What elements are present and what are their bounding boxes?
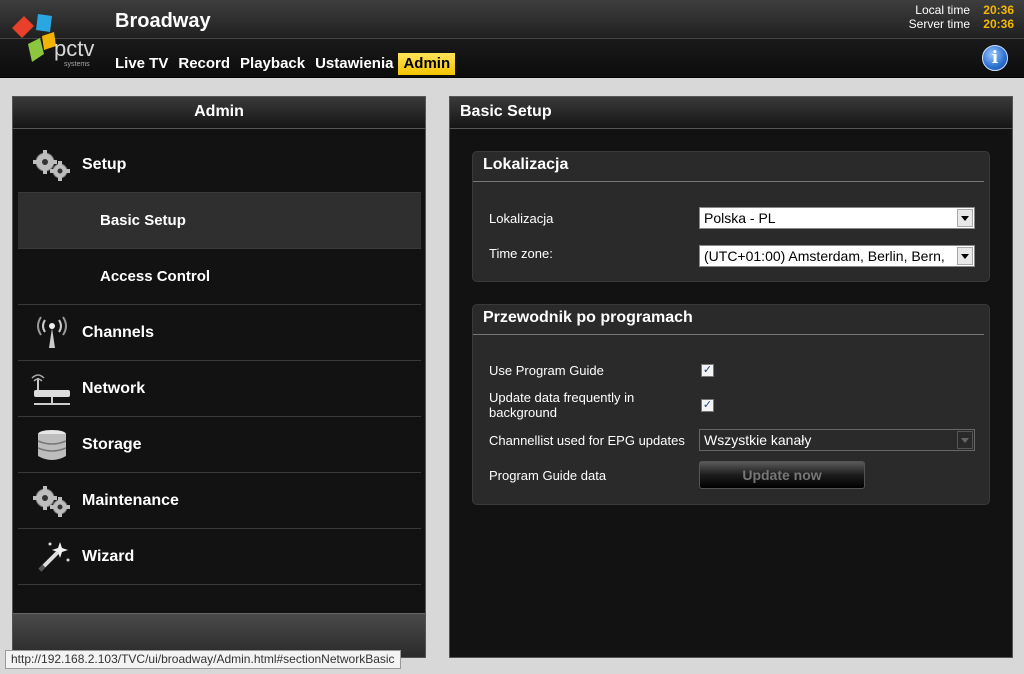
- pctv-logo: pctv systems: [12, 14, 94, 68]
- admin-sidebar: Admin Setup Basic Setup Access Control C…: [12, 96, 426, 658]
- chevron-down-icon: [957, 247, 973, 265]
- channellist-value: Wszystkie kanały: [704, 432, 812, 448]
- sidebar-item-access-control[interactable]: Access Control: [18, 249, 421, 305]
- time-display: Local time 20:36 Server time 20:36: [909, 3, 1014, 31]
- server-time-label: Server time: [908, 17, 970, 31]
- update-background-label: Update data frequently in background: [489, 390, 635, 420]
- sidebar-title: Admin: [13, 97, 425, 129]
- sidebar-item-label: Maintenance: [82, 491, 179, 509]
- info-icon[interactable]: i: [982, 45, 1008, 71]
- locale-label: Lokalizacja: [489, 211, 554, 226]
- svg-text:pctv: pctv: [54, 36, 94, 61]
- router-icon: [28, 371, 76, 407]
- program-guide-group: Przewodnik po programach Use Program Gui…: [472, 304, 990, 505]
- nav-admin[interactable]: Admin: [398, 53, 456, 75]
- timezone-label: Time zone:: [489, 246, 553, 261]
- svg-text:systems: systems: [64, 61, 90, 68]
- update-background-checkbox[interactable]: ✓: [701, 399, 714, 412]
- nav-live-tv[interactable]: Live TV: [110, 53, 173, 75]
- nav-record[interactable]: Record: [173, 53, 235, 75]
- chevron-down-icon: [957, 209, 973, 227]
- sidebar-item-label: Storage: [82, 435, 142, 453]
- sidebar-menu: Setup Basic Setup Access Control Channel…: [18, 137, 421, 585]
- locale-select[interactable]: Polska - PL: [699, 207, 975, 229]
- chevron-down-icon: [957, 431, 973, 449]
- nav-ustawienia[interactable]: Ustawienia: [310, 53, 398, 75]
- localization-group: Lokalizacja Lokalizacja Polska - PL Time…: [472, 151, 990, 282]
- main-nav: Live TV Record Playback Ustawienia Admin: [110, 53, 456, 75]
- use-guide-checkbox[interactable]: ✓: [701, 364, 714, 377]
- sidebar-item-basic-setup[interactable]: Basic Setup: [18, 193, 421, 249]
- use-guide-label: Use Program Guide: [489, 363, 604, 378]
- update-now-button[interactable]: Update now: [699, 461, 865, 489]
- antenna-icon: [28, 315, 76, 351]
- sidebar-item-maintenance[interactable]: Maintenance: [18, 473, 421, 529]
- app-header: pctv systems Broadway Local time 20:36 S…: [0, 0, 1024, 78]
- sidebar-item-network[interactable]: Network: [18, 361, 421, 417]
- localization-title: Lokalizacja: [473, 152, 984, 182]
- sidebar-item-label: Setup: [82, 155, 127, 173]
- timezone-value: (UTC+01:00) Amsterdam, Berlin, Bern,: [704, 248, 945, 264]
- status-bar-url: http://192.168.2.103/TVC/ui/broadway/Adm…: [5, 650, 401, 669]
- channellist-select[interactable]: Wszystkie kanały: [699, 429, 975, 451]
- gears-icon: [28, 483, 76, 519]
- local-time-value: 20:36: [983, 3, 1014, 17]
- guide-data-label: Program Guide data: [489, 468, 607, 483]
- server-time-value: 20:36: [983, 17, 1014, 31]
- sidebar-item-channels[interactable]: Channels: [18, 305, 421, 361]
- sidebar-item-label: Basic Setup: [100, 212, 186, 229]
- database-icon: [28, 427, 76, 463]
- sidebar-item-setup[interactable]: Setup: [18, 137, 421, 193]
- program-guide-title: Przewodnik po programach: [473, 305, 984, 335]
- sidebar-item-storage[interactable]: Storage: [18, 417, 421, 473]
- main-panel: Basic Setup Lokalizacja Lokalizacja Pols…: [449, 96, 1013, 658]
- app-title: Broadway: [115, 10, 211, 32]
- gears-icon: [28, 147, 76, 183]
- sidebar-item-label: Channels: [82, 323, 155, 341]
- sidebar-item-label: Wizard: [82, 547, 135, 565]
- sidebar-item-wizard[interactable]: Wizard: [18, 529, 421, 585]
- local-time-label: Local time: [915, 3, 970, 17]
- locale-value: Polska - PL: [704, 210, 776, 226]
- page-title: Basic Setup: [450, 97, 1012, 129]
- timezone-select[interactable]: (UTC+01:00) Amsterdam, Berlin, Bern,: [699, 245, 975, 267]
- sidebar-item-label: Network: [82, 379, 146, 397]
- channellist-label: Channellist used for EPG updates: [489, 433, 685, 448]
- sidebar-item-label: Access Control: [100, 268, 211, 285]
- magic-wand-icon: [28, 539, 76, 575]
- nav-playback[interactable]: Playback: [235, 53, 310, 75]
